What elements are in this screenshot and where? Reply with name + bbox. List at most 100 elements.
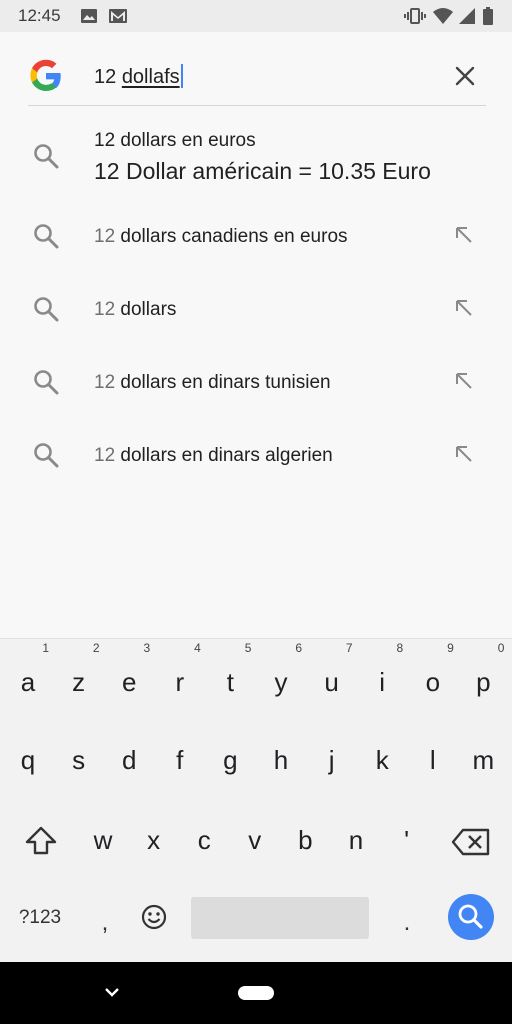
comma-key[interactable]: ,	[80, 909, 130, 937]
key-v[interactable]: v	[230, 825, 280, 856]
key-apostrophe[interactable]: '	[382, 825, 432, 856]
chevron-down-icon[interactable]	[104, 984, 120, 1000]
key-label: o	[425, 667, 441, 697]
search-bar: 12 dollafs	[0, 40, 512, 110]
key-label: r	[175, 667, 185, 697]
search-submit-button[interactable]	[448, 894, 494, 940]
key-j[interactable]: j	[307, 745, 357, 776]
vibrate-icon	[404, 8, 426, 24]
key-label: m	[472, 745, 495, 775]
key-label: s	[72, 745, 86, 775]
key-u[interactable]: u7	[307, 641, 357, 698]
key-h[interactable]: h	[256, 745, 306, 776]
search-divider	[28, 105, 486, 106]
search-icon	[34, 144, 59, 169]
fill-query-arrow-icon[interactable]	[452, 223, 476, 247]
key-p[interactable]: p0	[458, 641, 508, 698]
suggestion-label: 12 dollars en dinars algerien	[94, 445, 333, 466]
period-key[interactable]: .	[382, 909, 432, 937]
key-s[interactable]: s	[54, 745, 104, 776]
status-bar: 12:45	[0, 0, 512, 32]
key-label: '	[404, 825, 410, 855]
key-label: d	[121, 745, 137, 775]
suggestion-label: 12 dollars en dinars tunisien	[94, 372, 331, 393]
key-f[interactable]: f	[155, 745, 205, 776]
key-z[interactable]: z2	[54, 641, 104, 698]
shift-key-icon[interactable]	[22, 824, 60, 858]
space-key[interactable]	[191, 897, 369, 939]
search-icon	[34, 224, 59, 249]
google-logo-icon	[30, 59, 61, 91]
key-label: y	[274, 667, 288, 697]
key-l[interactable]: l	[408, 745, 458, 776]
search-icon	[34, 443, 59, 468]
suggestion-item[interactable]: 12 dollars en dinars algerien	[0, 421, 512, 491]
search-icon	[34, 297, 59, 322]
key-k[interactable]: k	[357, 745, 407, 776]
fill-query-arrow-icon[interactable]	[452, 442, 476, 466]
fill-query-arrow-icon[interactable]	[452, 369, 476, 393]
key-number-hint: 1	[42, 641, 49, 655]
signal-icon	[459, 8, 475, 24]
suggestion-item[interactable]: 12 dollars	[0, 275, 512, 345]
key-y[interactable]: y6	[256, 641, 306, 698]
key-w[interactable]: w	[78, 825, 128, 856]
key-a[interactable]: a1	[3, 641, 53, 698]
key-o[interactable]: o9	[408, 641, 458, 698]
key-i[interactable]: i8	[357, 641, 407, 698]
query-typed: dollafs	[121, 66, 180, 88]
key-label: e	[121, 667, 137, 697]
key-b[interactable]: b	[280, 825, 330, 856]
search-icon	[34, 370, 59, 395]
battery-icon	[483, 7, 493, 25]
key-label: v	[248, 825, 262, 855]
status-time: 12:45	[18, 6, 61, 25]
suggestion-item[interactable]: 12 dollars canadiens en euros	[0, 202, 512, 272]
key-label: g	[223, 745, 238, 775]
key-number-hint: 7	[345, 641, 353, 655]
key-c[interactable]: c	[179, 825, 229, 856]
suggestion-label: 12 dollars canadiens en euros	[94, 226, 348, 247]
key-label: u	[324, 667, 339, 697]
text-caret	[180, 64, 183, 88]
answer-result: 12 Dollar américain = 10.35 Euro	[94, 158, 431, 184]
search-icon	[458, 904, 483, 929]
key-d[interactable]: d	[104, 745, 154, 776]
key-e[interactable]: e3	[104, 641, 154, 698]
suggestion-item[interactable]: 12 dollars en dinars tunisien	[0, 348, 512, 418]
emoji-key-icon[interactable]	[140, 903, 168, 931]
key-g[interactable]: g	[205, 745, 255, 776]
key-label: a	[20, 667, 36, 697]
key-label: j	[328, 745, 335, 775]
key-label: q	[20, 745, 36, 775]
key-x[interactable]: x	[129, 825, 179, 856]
query-prefix: 12	[94, 66, 122, 88]
navigation-bar	[0, 962, 512, 1024]
wifi-icon	[433, 8, 453, 24]
search-input[interactable]: 12 dollafs	[94, 64, 183, 89]
key-number-hint: 9	[447, 641, 454, 655]
key-number-hint: 3	[143, 641, 151, 655]
home-button[interactable]	[238, 986, 274, 1000]
keyboard: a1z2e3r4t5y6u7i8o9p0 qsdfghjklm w x c v b n ' …	[0, 638, 512, 962]
key-label: w	[93, 825, 113, 855]
symbols-key[interactable]: ?123	[12, 907, 68, 929]
key-n[interactable]: n	[331, 825, 381, 856]
key-label: t	[226, 667, 234, 697]
key-number-hint: 2	[92, 641, 100, 655]
key-number-hint: 8	[396, 641, 404, 655]
key-number-hint: 6	[295, 641, 302, 655]
key-label: f	[176, 745, 184, 775]
key-label: i	[379, 667, 386, 697]
close-icon[interactable]	[450, 61, 480, 91]
key-m[interactable]: m	[458, 745, 508, 776]
backspace-key-icon[interactable]	[450, 827, 492, 857]
key-number-hint: 5	[244, 641, 252, 655]
fill-query-arrow-icon[interactable]	[452, 296, 476, 320]
key-q[interactable]: q	[3, 745, 53, 776]
key-label: k	[375, 745, 389, 775]
key-r[interactable]: r4	[155, 641, 205, 698]
key-t[interactable]: t5	[205, 641, 255, 698]
key-label: z	[72, 667, 86, 697]
suggestion-label: 12 dollars	[94, 299, 177, 320]
